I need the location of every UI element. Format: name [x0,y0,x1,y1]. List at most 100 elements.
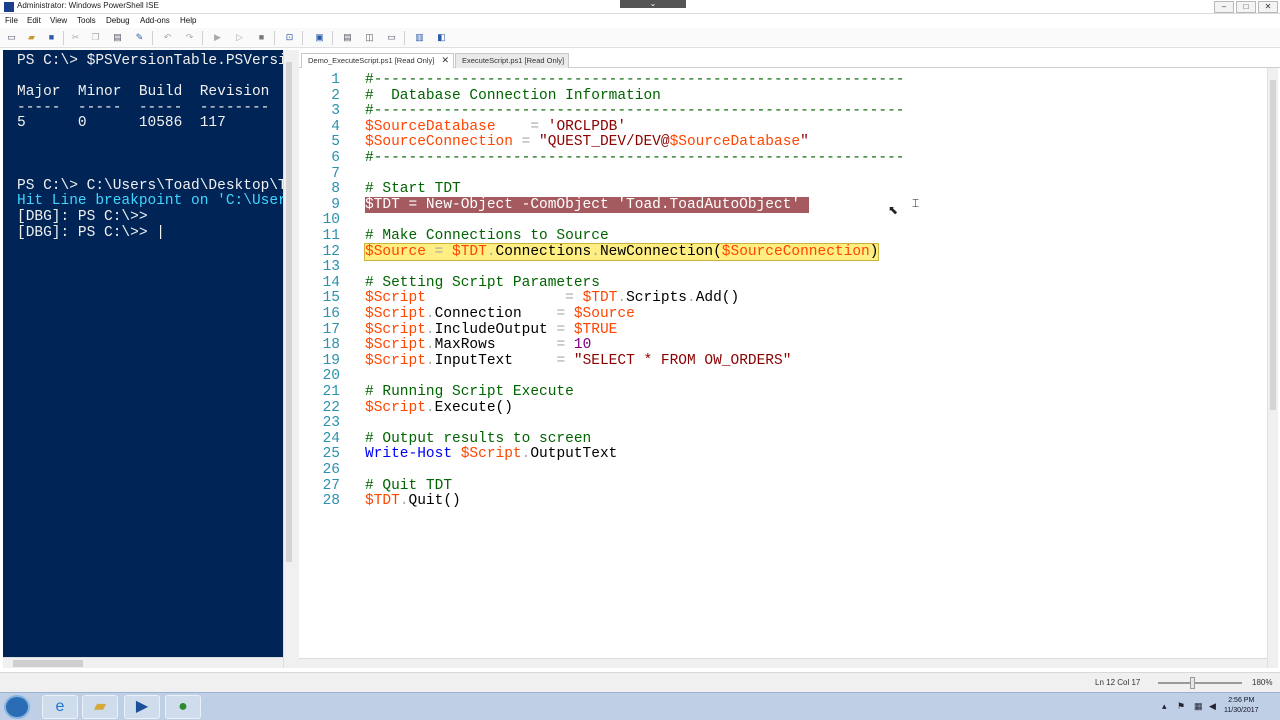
zoom-slider-thumb[interactable] [1190,677,1195,689]
layout-max-icon[interactable]: ▭ [386,32,397,43]
code-text: $SourceConnection = "QUEST_DEV/DEV@$Sour… [365,134,809,150]
menu-bar: File Edit View Tools Debug Add-ons Help [0,14,1280,28]
chevron-down-icon[interactable]: ⌄ [620,0,686,8]
commands-icon[interactable]: ◧ [436,32,447,43]
zoom-slider[interactable] [1158,682,1242,684]
open-icon[interactable]: ▰ [26,32,37,43]
copy-icon[interactable]: ❐ [90,32,101,43]
code-text: Write-Host $Script.OutputText [365,446,617,462]
console-line: ----- ----- ----- -------- [17,99,270,116]
menu-file[interactable]: File [5,16,18,25]
stop-icon[interactable]: ■ [256,32,267,43]
maximize-button[interactable]: □ [1236,1,1256,13]
code-text: $Source = $TDT.Connections.NewConnection… [363,242,880,261]
system-clock[interactable]: 2:56 PM 11/30/2017 [1224,696,1259,716]
code-token: Add() [695,290,740,307]
minimize-button[interactable]: – [1214,1,1234,13]
code-line: 7 [299,166,1259,182]
line-number: 15 [322,290,340,307]
console-line: [DBG]: PS C:\>> | [17,224,165,241]
save-icon[interactable]: ■ [46,32,57,43]
code-token: " [800,134,809,151]
toolbar: ▭ ▰ ■ ✂ ❐ ▤ ✎ ↶ ↷ ▶ ▷ ■ ⊡ ▣ ▤ ◫ ▭ ▥ ◧ [0,28,1280,48]
menu-debug[interactable]: Debug [106,16,130,25]
code-token: $TDT = New-Object -ComObject 'Toad.ToadA… [365,196,809,213]
run-selection-icon[interactable]: ▷ [234,32,245,43]
tab-executescript[interactable]: ExecuteScript.ps1 [Read Only] [455,53,569,68]
code-text: $TDT = New-Object -ComObject 'Toad.ToadA… [365,196,809,213]
tray-flag-icon[interactable]: ⚑ [1177,701,1185,712]
code-line: 17 $Script.IncludeOutput = $TRUE [299,322,1259,338]
code-line: 3 #--------------------------------------… [299,103,1259,119]
console-vertical-scrollbar[interactable] [283,50,294,668]
remote-icon[interactable]: ⊡ [284,32,295,43]
close-tab-icon[interactable]: ✕ [441,54,449,67]
line-number: 2 [331,87,340,104]
code-token: . [591,243,600,260]
toad-icon[interactable]: ● [165,695,201,719]
menu-view[interactable]: View [50,16,67,25]
code-token: # Start TDT [365,181,461,198]
code-token: $SourceConnection [721,243,870,260]
code-token: $Script [365,290,426,307]
menu-tools[interactable]: Tools [77,16,96,25]
internet-explorer-icon[interactable]: e [42,695,78,719]
script-editor[interactable]: 1 #--------------------------------------… [299,68,1267,658]
line-number: 10 [322,212,340,229]
code-line: 1 #--------------------------------------… [299,72,1259,88]
code-text: #---------------------------------------… [365,72,905,88]
code-text: $TDT.Quit() [365,493,461,509]
script-pane-icon[interactable]: ▥ [414,32,425,43]
code-token: MaxRows [434,337,496,354]
code-token: $SourceDatabase [365,118,496,135]
layout-right-icon[interactable]: ◫ [364,32,375,43]
code-token: . [425,306,435,322]
console-pane[interactable]: PS C:\> $PSVersionTable.PSVersion Major M… [3,50,283,657]
code-text: # Make Connections to Source [365,228,609,244]
volume-icon[interactable]: ◀ [1209,701,1216,712]
menu-addons[interactable]: Add-ons [140,16,170,25]
close-window-button[interactable]: ✕ [1258,1,1278,13]
new-icon[interactable]: ▭ [6,32,17,43]
undo-icon[interactable]: ↶ [162,32,173,43]
code-token: . [399,493,409,510]
code-token: 'ORCLPDB' [547,118,627,135]
code-token: $Script [365,306,426,322]
code-token: Scripts [626,290,687,307]
code-token: # Setting Script Parameters [365,274,600,291]
editor-vertical-scrollbar[interactable] [1267,68,1278,668]
code-token: $Script [365,337,426,354]
file-explorer-icon[interactable]: ▰ [82,695,118,719]
code-token: . [687,290,696,307]
powershell-icon[interactable]: ▣ [314,32,325,43]
redo-icon[interactable]: ↷ [184,32,195,43]
powershell-ise-icon[interactable]: ▶ [124,695,160,719]
console-horizontal-scrollbar[interactable] [3,657,283,668]
zoom-level: 180% [1252,678,1273,687]
code-token: OutputText [530,446,618,463]
start-button[interactable] [4,695,30,719]
code-line: 8 # Start TDT [299,181,1259,197]
tray-arrow-icon[interactable]: ▴ [1162,701,1167,712]
line-number: 23 [322,415,340,432]
tab-demo-executescript[interactable]: Demo_ExecuteScript.ps1 [Read Only] ✕ [301,53,454,68]
code-line: 21 # Running Script Execute [299,384,1259,400]
editor-horizontal-scrollbar[interactable] [299,658,1267,668]
run-icon[interactable]: ▶ [212,32,223,43]
code-text: $Script = $TDT.Scripts.Add() [365,290,739,306]
code-token: . [425,352,435,369]
layout-top-icon[interactable]: ▤ [342,32,353,43]
line-number: 3 [331,103,340,120]
menu-help[interactable]: Help [180,16,196,25]
paste-icon[interactable]: ▤ [112,32,123,43]
cut-icon[interactable]: ✂ [70,32,81,43]
code-line: 5 $SourceConnection = "QUEST_DEV/DEV@$Sou… [299,134,1259,150]
code-token: . [425,399,435,416]
network-icon[interactable]: ▦ [1194,701,1203,712]
clear-icon[interactable]: ✎ [134,32,145,43]
menu-edit[interactable]: Edit [27,16,41,25]
